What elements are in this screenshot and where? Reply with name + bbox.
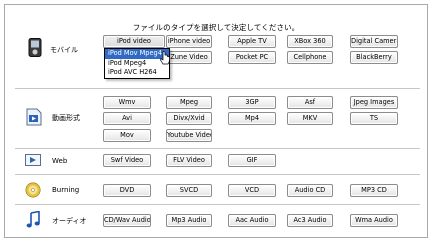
- section-divider: [15, 148, 420, 149]
- btn-audio-cd[interactable]: Audio CD: [287, 184, 333, 197]
- btn-vcd[interactable]: VCD: [228, 184, 276, 197]
- btn-mp3-cd[interactable]: MP3 CD: [350, 184, 398, 197]
- section-divider: [15, 204, 420, 205]
- btn-iphone-video[interactable]: iPhone video: [166, 35, 212, 48]
- btn-cellphone[interactable]: Cellphone: [287, 51, 333, 64]
- btn-ipod-video[interactable]: iPod video: [103, 35, 165, 48]
- category-label-video: 動画形式: [52, 114, 80, 122]
- btn-dvd[interactable]: DVD: [103, 184, 151, 197]
- hand-cursor-icon: [160, 51, 170, 65]
- btn-wmv[interactable]: Wmv: [103, 96, 151, 109]
- btn-cd-wav-audio[interactable]: CD/Wav Audio: [103, 214, 151, 227]
- btn-ac3-audio[interactable]: Ac3 Audio: [287, 214, 333, 227]
- btn-divx-xvid[interactable]: Divx/Xvid: [166, 112, 212, 125]
- btn-mov[interactable]: Mov: [103, 129, 151, 142]
- btn-digital-camera[interactable]: Digital Camera: [350, 35, 398, 48]
- cd-disc-icon: [25, 182, 41, 198]
- btn-zune-video[interactable]: Zune Video: [166, 51, 212, 64]
- btn-apple-tv[interactable]: Apple TV: [228, 35, 276, 48]
- btn-ts[interactable]: TS: [350, 112, 398, 125]
- btn-swf-video[interactable]: Swf Video: [103, 154, 151, 167]
- btn-3gp[interactable]: 3GP: [228, 96, 276, 109]
- music-note-icon: [26, 211, 40, 228]
- btn-blackberry[interactable]: BlackBerry: [350, 51, 398, 64]
- btn-mkv[interactable]: MKV: [287, 112, 333, 125]
- video-file-icon: [26, 108, 42, 126]
- btn-gif[interactable]: GIF: [228, 154, 276, 167]
- section-divider: [15, 174, 420, 175]
- btn-wma-audio[interactable]: Wma Audio: [350, 214, 398, 227]
- btn-mp3-audio[interactable]: Mp3 Audio: [166, 214, 212, 227]
- btn-aac-audio[interactable]: Aac Audio: [228, 214, 276, 227]
- section-divider: [15, 88, 420, 89]
- instruction-text: ファイルのタイプを選択して決定してください。: [132, 23, 300, 32]
- btn-flv-video[interactable]: FLV Video: [166, 154, 212, 167]
- btn-pocket-pc[interactable]: Pocket PC: [228, 51, 276, 64]
- btn-avi[interactable]: Avi: [103, 112, 151, 125]
- btn-mpeg[interactable]: Mpeg: [166, 96, 212, 109]
- category-label-burning: Burning: [52, 186, 80, 194]
- btn-svcd[interactable]: SVCD: [166, 184, 212, 197]
- btn-jpeg-images[interactable]: Jpeg Images: [350, 96, 398, 109]
- btn-youtube-video[interactable]: Youtube Video: [166, 129, 212, 142]
- category-label-mobile: モバイル: [50, 46, 78, 54]
- dropdown-item-ipod-avc-h264[interactable]: iPod AVC H264: [105, 68, 169, 78]
- btn-mp4[interactable]: Mp4: [228, 112, 276, 125]
- btn-xbox-360[interactable]: XBox 360: [287, 35, 333, 48]
- btn-asf[interactable]: Asf: [287, 96, 333, 109]
- mobile-phone-icon: [28, 38, 42, 57]
- category-label-audio: オーディオ: [52, 217, 87, 225]
- web-video-icon: [25, 154, 41, 166]
- category-label-web: Web: [52, 157, 68, 165]
